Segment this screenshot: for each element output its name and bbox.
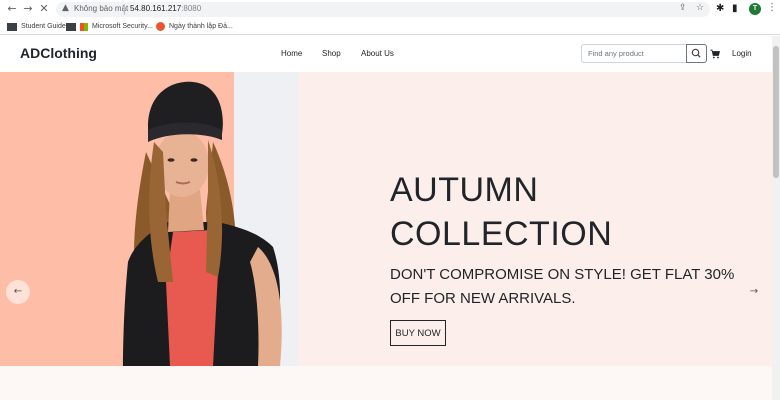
hero-title-line: COLLECTION: [390, 215, 613, 253]
back-arrow-icon[interactable]: ←: [5, 2, 19, 16]
close-icon[interactable]: ✕: [37, 2, 51, 16]
bookmark-student-guide[interactable]: Student Guide: [7, 21, 66, 32]
profile-avatar[interactable]: T: [749, 3, 761, 15]
search-box: [581, 44, 707, 63]
share-icon[interactable]: ⇪: [679, 3, 687, 13]
main-menu: Home Shop About Us: [281, 49, 394, 58]
next-section: [0, 366, 772, 400]
model-photo: [123, 81, 282, 366]
warning-icon[interactable]: ▲: [62, 3, 69, 13]
arrow-left-icon[interactable]: ←: [6, 280, 30, 304]
bookmark-ngay-thanh-lap[interactable]: Ngày thành lập Đả...: [156, 21, 233, 32]
cart-icon[interactable]: [710, 49, 721, 62]
bookmark-microsoft-security[interactable]: Microsoft Security...: [66, 21, 153, 32]
hero-carousel: AUTUMN COLLECTION DON'T COMPROMISE ON ST…: [0, 72, 772, 366]
nav-about-us[interactable]: About Us: [361, 49, 394, 58]
brand-logo[interactable]: ADClothing: [20, 45, 97, 61]
hero-subtitle: DON'T COMPROMISE ON STYLE! GET FLAT 30% …: [390, 266, 735, 307]
browser-toolbar: ← → ✕ ▲ Không bảo mật 54.80.161.217:8080…: [0, 0, 780, 18]
web-page: ADClothing Home Shop About Us Login: [0, 36, 772, 400]
microsoft-logo-icon: [80, 22, 88, 31]
login-link[interactable]: Login: [732, 49, 752, 58]
forward-arrow-icon[interactable]: →: [21, 2, 35, 16]
hero-title-line: AUTUMN: [390, 171, 539, 209]
search-button[interactable]: [686, 44, 707, 63]
url-text[interactable]: 54.80.161.217:8080: [130, 4, 201, 13]
divider: [124, 4, 125, 15]
bookmark-label: Student Guide: [21, 23, 66, 30]
security-label: Không bảo mật: [74, 4, 129, 13]
scrollbar[interactable]: [772, 36, 780, 400]
nav-home[interactable]: Home: [281, 49, 322, 58]
address-bar[interactable]: ▲ Không bảo mật 54.80.161.217:8080 ⇪ ☆: [56, 2, 710, 17]
side-panel-icon[interactable]: ▮: [732, 3, 738, 14]
star-icon[interactable]: ☆: [696, 3, 704, 13]
menu-icon[interactable]: ⋮: [767, 2, 777, 13]
hero-title: AUTUMN COLLECTION: [390, 168, 612, 256]
bookmark-label: Microsoft Security...: [92, 23, 153, 30]
buy-now-button[interactable]: BUY NOW: [390, 320, 446, 346]
bookmarks-bar: Student Guide Microsoft Security... Ngày…: [0, 18, 780, 35]
bookmark-icon: [7, 22, 17, 31]
bookmark-icon: [66, 22, 76, 31]
nav-shop[interactable]: Shop: [322, 49, 361, 58]
search-input[interactable]: [582, 45, 686, 62]
arrow-right-icon[interactable]: →: [742, 280, 766, 304]
bookmark-icon: [156, 22, 165, 31]
bookmark-label: Ngày thành lập Đả...: [169, 23, 233, 30]
search-icon: [691, 48, 701, 58]
scrollbar-thumb[interactable]: [773, 46, 779, 178]
site-navbar: ADClothing Home Shop About Us Login: [0, 36, 772, 72]
extensions-icon[interactable]: ✱: [716, 3, 724, 14]
